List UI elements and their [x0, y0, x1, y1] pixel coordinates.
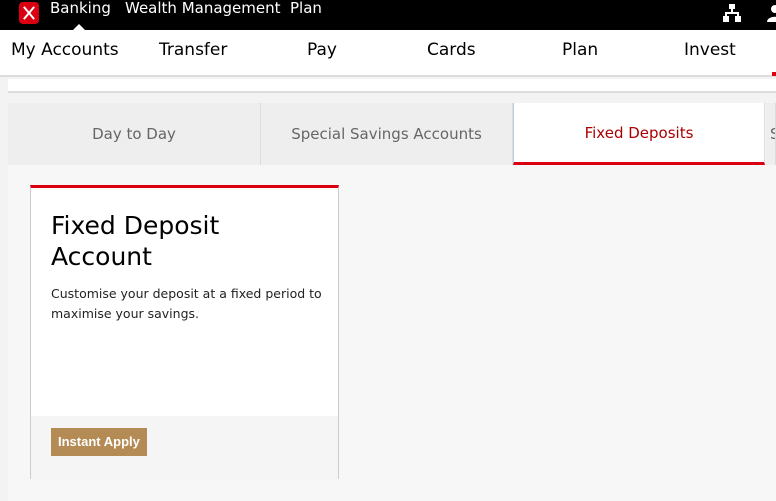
card-footer: Instant Apply — [31, 416, 338, 479]
topbar-wealth-management[interactable]: Wealth Management — [125, 0, 281, 16]
topbar-banking[interactable]: Banking — [50, 0, 111, 16]
card-description: Customise your deposit at a fixed period… — [51, 286, 322, 321]
fixed-deposit-card: Fixed Deposit Account Customise your dep… — [30, 185, 339, 479]
nav-transfer[interactable]: Transfer — [159, 40, 227, 60]
topbar-plan[interactable]: Plan — [290, 0, 322, 16]
tab-day-to-day[interactable]: Day to Day — [8, 103, 261, 165]
instant-apply-button[interactable]: Instant Apply — [51, 428, 147, 456]
nav-cards[interactable]: Cards — [427, 40, 476, 60]
sub-strip — [8, 79, 776, 93]
card-title: Fixed Deposit Account — [51, 211, 220, 271]
tab-next-partial[interactable]: S — [766, 103, 776, 165]
nav-my-accounts[interactable]: My Accounts — [11, 40, 119, 60]
nav-pay[interactable]: Pay — [307, 40, 337, 60]
user-icon[interactable] — [766, 4, 776, 22]
main-nav: My Accounts Transfer Pay Cards Plan Inve… — [0, 30, 776, 77]
sitemap-icon[interactable] — [722, 4, 742, 22]
nav-invest[interactable]: Invest — [684, 40, 736, 60]
tab-fixed-deposits[interactable]: Fixed Deposits — [513, 103, 765, 165]
account-tabs: Day to Day Special Savings Accounts Fixe… — [8, 103, 776, 165]
top-bar: Banking Wealth Management Plan — [0, 0, 776, 30]
nav-indicator — [772, 72, 776, 76]
bank-logo-icon[interactable] — [19, 2, 39, 24]
tab-special-savings[interactable]: Special Savings Accounts — [261, 103, 513, 165]
nav-plan[interactable]: Plan — [562, 40, 598, 60]
